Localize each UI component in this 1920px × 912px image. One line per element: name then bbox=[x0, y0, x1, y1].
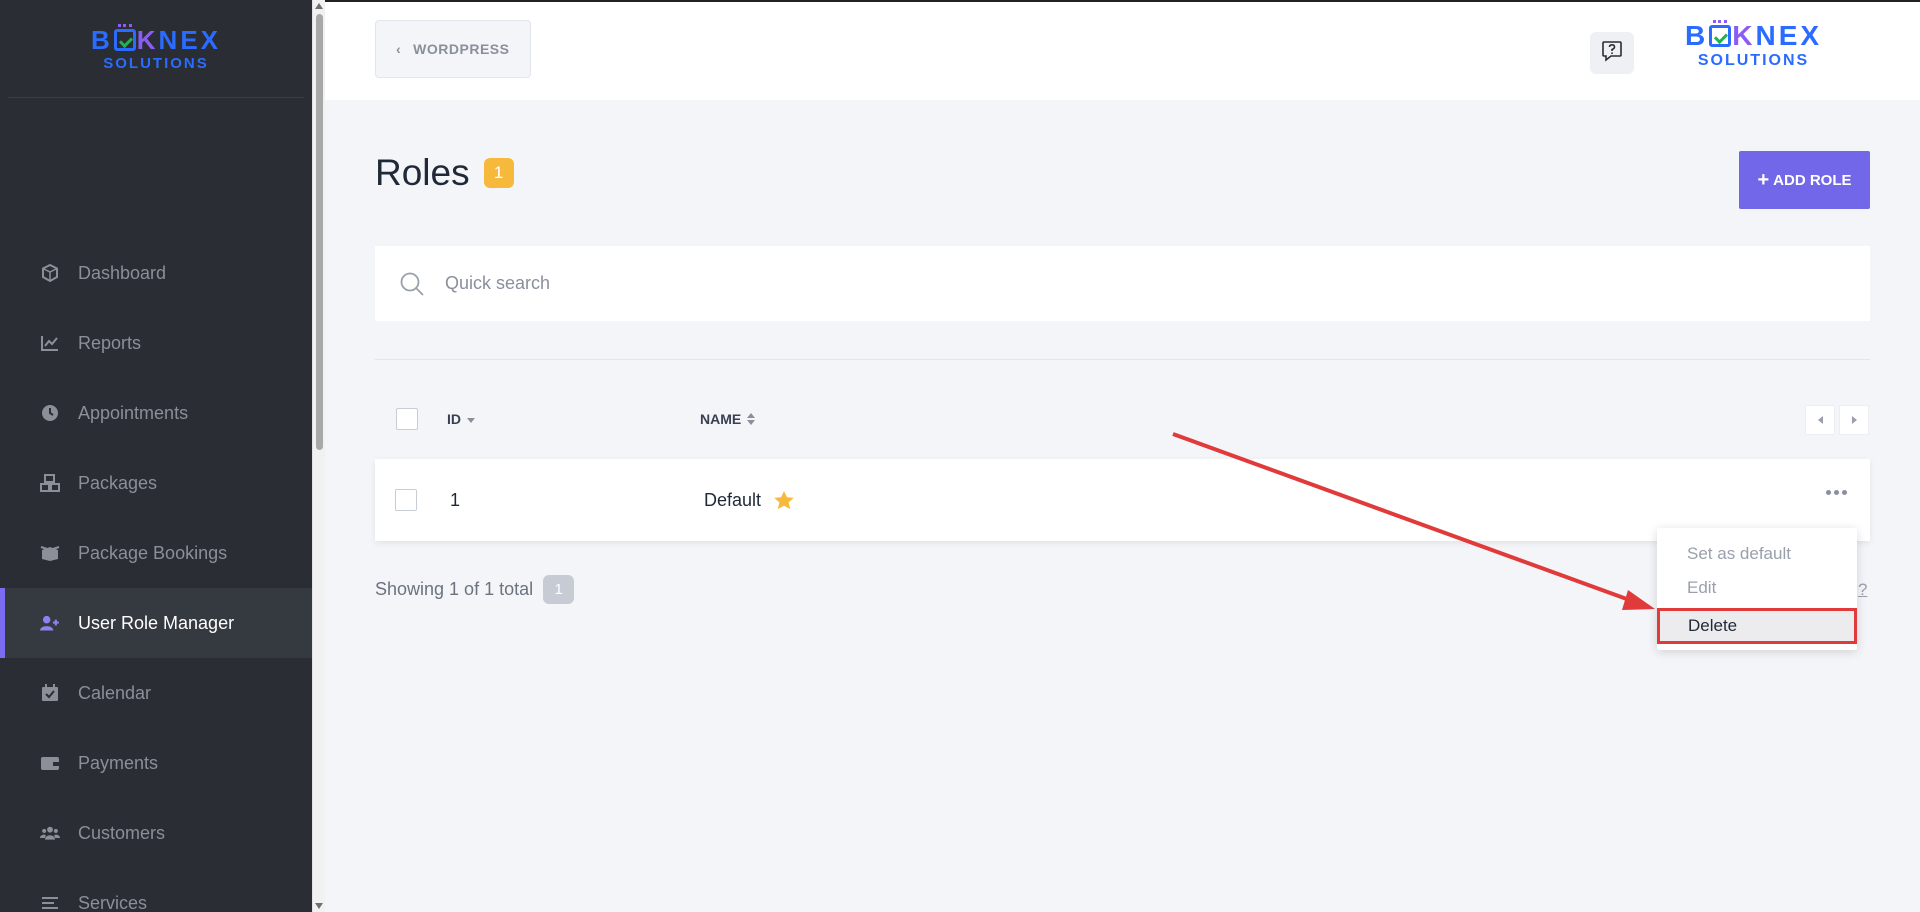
select-all-checkbox[interactable] bbox=[396, 408, 418, 430]
clock-icon bbox=[40, 403, 60, 423]
sidebar-item-packages[interactable]: Packages bbox=[0, 448, 312, 518]
table-row[interactable]: 1 Default bbox=[375, 459, 1870, 541]
topbar: ‹ WORDPRESS B KNEX SOLUTIONS bbox=[325, 0, 1920, 100]
sidebar-item-calendar[interactable]: Calendar bbox=[0, 658, 312, 728]
total-badge: 1 bbox=[543, 575, 575, 604]
sidebar-item-user-role-manager[interactable]: User Role Manager bbox=[0, 588, 312, 658]
showing-text: Showing 1 of 1 total bbox=[375, 579, 534, 599]
add-role-button[interactable]: + ADD ROLE bbox=[1739, 151, 1870, 209]
scroll-left-button[interactable] bbox=[1805, 405, 1835, 435]
booknex-header-logo[interactable]: B KNEX SOLUTIONS bbox=[1685, 20, 1822, 69]
sidebar-item-reports[interactable]: Reports bbox=[0, 308, 312, 378]
help-link[interactable]: ? bbox=[1858, 580, 1867, 600]
users-icon bbox=[40, 823, 60, 843]
caret-right-icon bbox=[1851, 416, 1857, 424]
scrollbar-thumb[interactable] bbox=[316, 14, 323, 450]
column-header-name[interactable]: NAME bbox=[700, 411, 756, 427]
sidebar-scrollbar[interactable] bbox=[312, 0, 325, 912]
roles-count-badge: 1 bbox=[483, 158, 514, 188]
dot-icon bbox=[1834, 490, 1839, 495]
boxes-icon bbox=[40, 473, 60, 493]
plus-icon: + bbox=[1757, 168, 1770, 191]
menu-item-edit[interactable]: Edit bbox=[1687, 578, 1716, 598]
dot-icon bbox=[1842, 490, 1847, 495]
sidebar: B KNEX SOLUTIONS Dashboard Reports Appoin… bbox=[0, 0, 312, 912]
wallet-icon bbox=[40, 753, 60, 773]
list-icon bbox=[40, 893, 60, 912]
quick-search-input[interactable] bbox=[445, 273, 1645, 294]
cube-icon bbox=[40, 263, 60, 283]
table-header: ID NAME bbox=[375, 397, 1870, 441]
user-plus-icon bbox=[40, 613, 60, 633]
scroll-right-button[interactable] bbox=[1839, 405, 1869, 435]
back-to-wordpress-button[interactable]: ‹ WORDPRESS bbox=[375, 20, 531, 78]
table-footer: Showing 1 of 1 total 1 bbox=[375, 575, 575, 604]
sort-icon bbox=[747, 413, 756, 425]
row-actions-button[interactable] bbox=[1826, 490, 1847, 495]
sidebar-item-package-bookings[interactable]: Package Bookings bbox=[0, 518, 312, 588]
column-header-id[interactable]: ID bbox=[447, 411, 475, 427]
chart-line-icon bbox=[40, 333, 60, 353]
page-header: Roles 1 bbox=[375, 152, 514, 194]
scroll-down-arrow-icon[interactable] bbox=[315, 903, 323, 909]
search-icon bbox=[399, 271, 425, 297]
calendar-check-logo-icon bbox=[1709, 20, 1732, 47]
sidebar-nav: Dashboard Reports Appointments Packages … bbox=[0, 238, 312, 912]
search-bar bbox=[375, 246, 1870, 321]
caret-left-icon bbox=[1817, 416, 1823, 424]
dot-icon bbox=[1826, 490, 1831, 495]
menu-item-set-as-default[interactable]: Set as default bbox=[1687, 544, 1791, 564]
sidebar-logo-area: B KNEX SOLUTIONS bbox=[8, 0, 304, 98]
sidebar-item-payments[interactable]: Payments bbox=[0, 728, 312, 798]
row-id: 1 bbox=[450, 489, 461, 510]
table-pager bbox=[1805, 405, 1869, 435]
help-chat-icon bbox=[1601, 40, 1623, 67]
box-open-icon bbox=[40, 543, 60, 563]
row-name: Default bbox=[704, 490, 795, 511]
calendar-check-logo-icon bbox=[113, 23, 136, 51]
calendar-check-icon bbox=[40, 683, 60, 703]
chevron-left-icon: ‹ bbox=[396, 41, 402, 57]
page-title: Roles bbox=[375, 152, 470, 193]
booknex-logo[interactable]: B KNEX SOLUTIONS bbox=[91, 23, 221, 71]
row-actions-menu: Set as default Edit Delete bbox=[1657, 528, 1857, 650]
scroll-up-arrow-icon[interactable] bbox=[315, 3, 323, 9]
sidebar-item-dashboard[interactable]: Dashboard bbox=[0, 238, 312, 308]
sidebar-item-appointments[interactable]: Appointments bbox=[0, 378, 312, 448]
menu-item-delete[interactable]: Delete bbox=[1657, 608, 1857, 644]
sidebar-item-services[interactable]: Services bbox=[0, 868, 312, 912]
row-checkbox[interactable] bbox=[395, 489, 417, 511]
star-icon bbox=[773, 490, 795, 511]
divider bbox=[375, 359, 1870, 360]
sidebar-item-customers[interactable]: Customers bbox=[0, 798, 312, 868]
help-button[interactable] bbox=[1590, 32, 1634, 74]
sort-desc-icon bbox=[467, 417, 475, 423]
